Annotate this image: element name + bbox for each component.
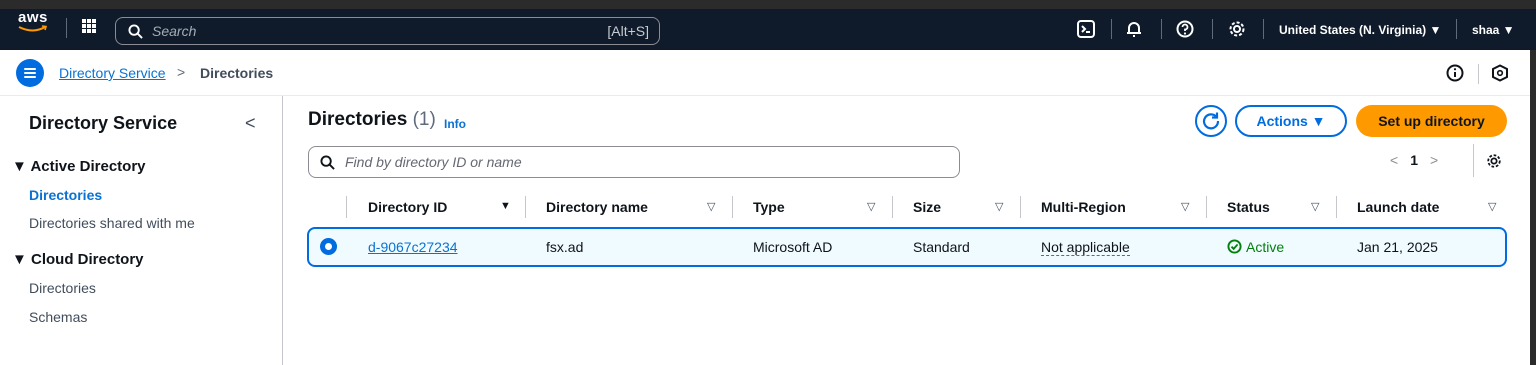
divider xyxy=(1473,144,1474,177)
sidenav-section-cloud-directory[interactable]: ▼ Cloud Directory xyxy=(12,251,144,268)
window-strip xyxy=(0,0,1536,9)
divider xyxy=(1161,19,1162,39)
settings-gear-icon[interactable] xyxy=(1228,20,1246,38)
sort-icon[interactable]: ▽ xyxy=(1181,200,1189,213)
aws-logo-text: aws xyxy=(18,9,48,26)
pagination: <1 > xyxy=(1390,152,1438,168)
previous-page-button[interactable]: < xyxy=(1390,152,1398,168)
divider xyxy=(1212,19,1213,39)
sort-icon[interactable]: ▽ xyxy=(1311,200,1319,213)
aws-logo[interactable]: aws xyxy=(18,9,50,33)
multi-region-cell[interactable]: Not applicable xyxy=(1041,239,1130,256)
filter-placeholder: Find by directory ID or name xyxy=(345,154,522,170)
column-divider xyxy=(892,196,893,218)
sidenav-title[interactable]: Directory Service xyxy=(29,113,177,134)
breadcrumb: Directory Service > Directories xyxy=(0,50,1530,96)
divider xyxy=(1263,19,1264,39)
info-panel-icon[interactable] xyxy=(1446,64,1464,82)
sort-icon[interactable]: ▽ xyxy=(707,200,715,213)
type-cell: Microsoft AD xyxy=(753,239,833,255)
divider xyxy=(1111,19,1112,39)
refresh-button[interactable] xyxy=(1195,105,1227,137)
help-icon[interactable] xyxy=(1176,20,1194,38)
top-navigation: aws Search [Alt+S] United States (N. Vir… xyxy=(0,0,1536,50)
next-page-button[interactable]: > xyxy=(1430,152,1438,168)
preferences-gear-icon[interactable] xyxy=(1486,153,1502,169)
column-header-size[interactable]: Size xyxy=(913,199,941,215)
sort-descending-icon[interactable]: ▼ xyxy=(500,200,511,212)
launch-date-cell: Jan 21, 2025 xyxy=(1357,239,1438,255)
column-header-directory-name[interactable]: Directory name xyxy=(546,199,648,215)
sidenav-item-directories-shared[interactable]: Directories shared with me xyxy=(29,215,195,231)
page-number[interactable]: 1 xyxy=(1410,152,1418,168)
sidenav-item-cloud-directories[interactable]: Directories xyxy=(29,280,96,296)
status-success-icon xyxy=(1227,239,1242,254)
column-divider xyxy=(1336,196,1337,218)
smile-icon xyxy=(18,25,48,32)
services-grid-icon[interactable] xyxy=(82,19,96,33)
account-menu[interactable]: shaa ▼ xyxy=(1472,23,1515,37)
sort-icon[interactable]: ▽ xyxy=(995,200,1003,213)
page-title-text: Directories xyxy=(308,109,408,130)
column-header-status[interactable]: Status xyxy=(1227,199,1270,215)
status-badge: Active xyxy=(1246,239,1285,255)
region-selector[interactable]: United States (N. Virginia) ▼ xyxy=(1279,23,1441,37)
refresh-icon xyxy=(1202,112,1220,130)
sort-icon[interactable]: ▽ xyxy=(867,200,875,213)
page-title: Directories (1) xyxy=(308,109,436,131)
sidenav-collapse-button[interactable]: < xyxy=(245,113,256,134)
sidenav-item-schemas[interactable]: Schemas xyxy=(29,309,87,325)
divider xyxy=(66,18,67,38)
set-up-directory-button[interactable]: Set up directory xyxy=(1356,105,1507,137)
column-header-multi-region[interactable]: Multi-Region xyxy=(1041,199,1126,215)
column-header-type[interactable]: Type xyxy=(753,199,785,215)
search-placeholder: Search xyxy=(152,23,197,39)
side-navigation: Directory Service < ▼ Active Directory D… xyxy=(0,96,283,365)
actions-dropdown-button[interactable]: Actions ▼ xyxy=(1235,105,1347,137)
resources-panel-icon[interactable] xyxy=(1491,64,1509,82)
sidenav-section-active-directory[interactable]: ▼ Active Directory xyxy=(12,158,146,175)
row-select-radio[interactable] xyxy=(320,238,337,255)
search-shortcut: [Alt+S] xyxy=(607,23,649,39)
divider xyxy=(1456,19,1457,39)
size-cell: Standard xyxy=(913,239,970,255)
column-divider xyxy=(732,196,733,218)
notifications-bell-icon[interactable] xyxy=(1125,20,1143,38)
column-divider xyxy=(525,196,526,218)
search-icon xyxy=(320,155,335,170)
directory-filter-input[interactable]: Find by directory ID or name xyxy=(308,146,960,178)
menu-toggle-button[interactable] xyxy=(16,59,44,87)
column-divider xyxy=(1206,196,1207,218)
global-search-input[interactable]: Search [Alt+S] xyxy=(115,17,660,45)
breadcrumb-separator: > xyxy=(177,64,186,80)
table-row[interactable] xyxy=(307,227,1507,267)
column-header-launch-date[interactable]: Launch date xyxy=(1357,199,1439,215)
sort-icon[interactable]: ▽ xyxy=(1488,200,1496,213)
divider xyxy=(1478,64,1479,84)
directory-count: (1) xyxy=(412,109,436,130)
info-link[interactable]: Info xyxy=(444,117,466,131)
sidenav-item-directories[interactable]: Directories xyxy=(29,187,102,203)
breadcrumb-parent-link[interactable]: Directory Service xyxy=(59,65,166,81)
column-divider xyxy=(1020,196,1021,218)
search-icon xyxy=(128,24,143,39)
cloudshell-icon[interactable] xyxy=(1077,20,1095,38)
scrollbar[interactable] xyxy=(1530,50,1536,365)
directory-id-link[interactable]: d-9067c27234 xyxy=(368,239,458,255)
breadcrumb-current: Directories xyxy=(200,65,274,81)
directory-name-cell: fsx.ad xyxy=(546,239,584,255)
column-divider xyxy=(346,196,347,218)
column-header-directory-id[interactable]: Directory ID xyxy=(368,199,447,215)
